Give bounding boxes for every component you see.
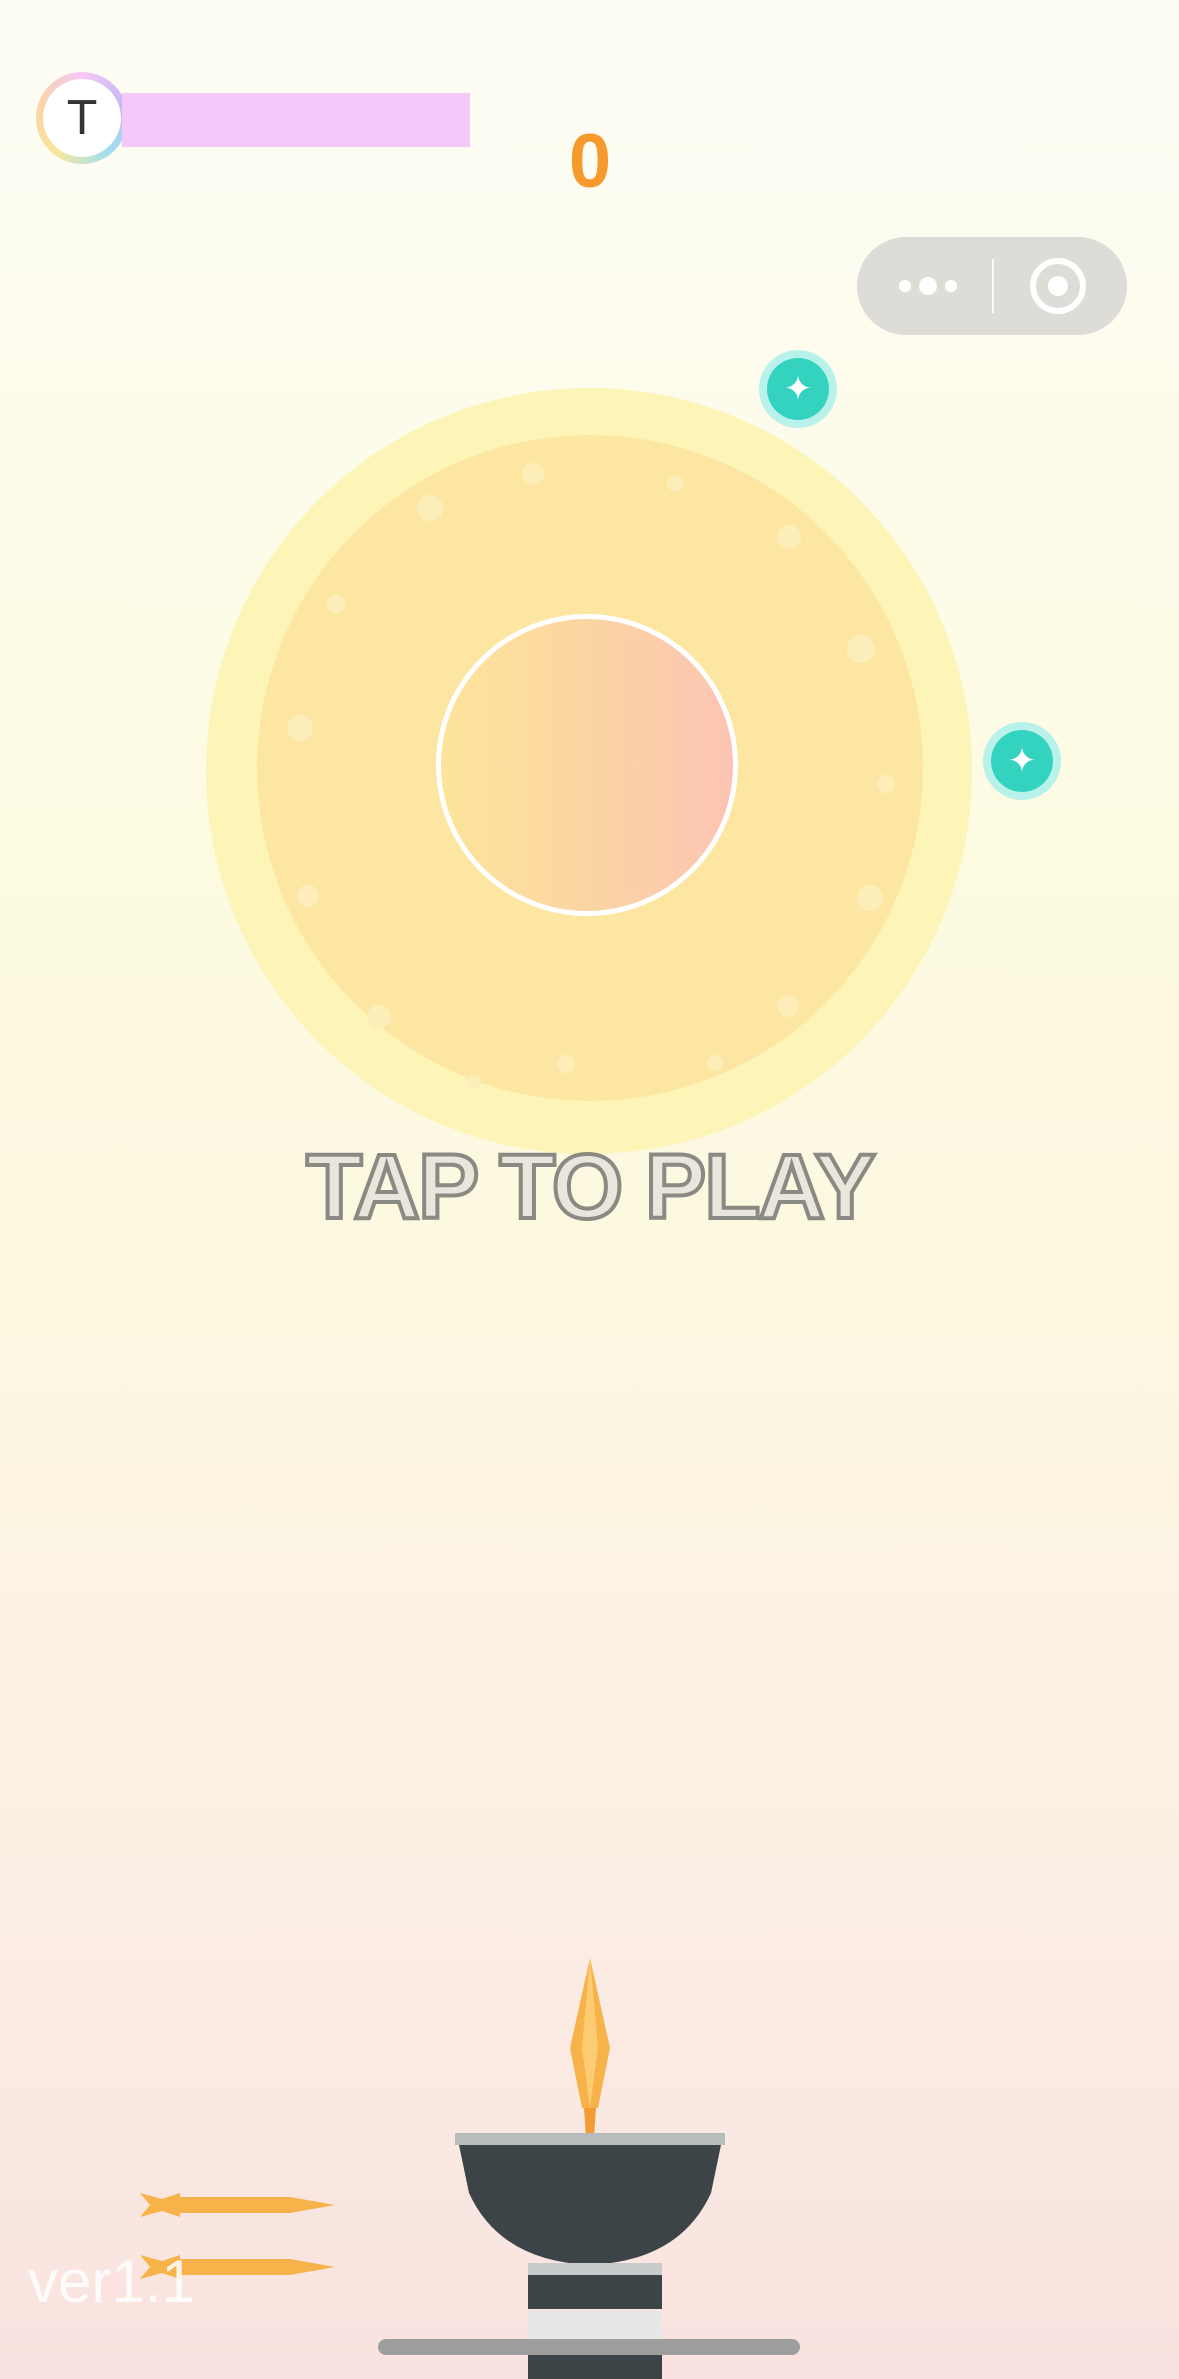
dart-launcher (455, 2133, 725, 2265)
remaining-dart-icon (140, 2193, 335, 2217)
avatar-letter: T (43, 79, 121, 157)
tap-to-play-prompt[interactable]: TAP TO PLAY (200, 1134, 980, 1240)
more-dots-icon[interactable] (893, 263, 963, 309)
capsule-divider (992, 259, 994, 313)
level-progress-bar (122, 93, 470, 147)
version-label: ver1.1 (28, 2248, 195, 2315)
home-indicator[interactable] (378, 2339, 800, 2355)
player-avatar[interactable]: T (36, 72, 128, 164)
gem-icon: ✦ (983, 722, 1061, 800)
close-target-icon[interactable] (1030, 258, 1086, 314)
gem-icon: ✦ (759, 350, 837, 428)
score-counter: 0 (568, 119, 612, 204)
target-core (436, 614, 738, 916)
mini-program-capsule (857, 237, 1127, 335)
dart-icon (570, 1958, 610, 2138)
launcher-stand (528, 2263, 662, 2379)
